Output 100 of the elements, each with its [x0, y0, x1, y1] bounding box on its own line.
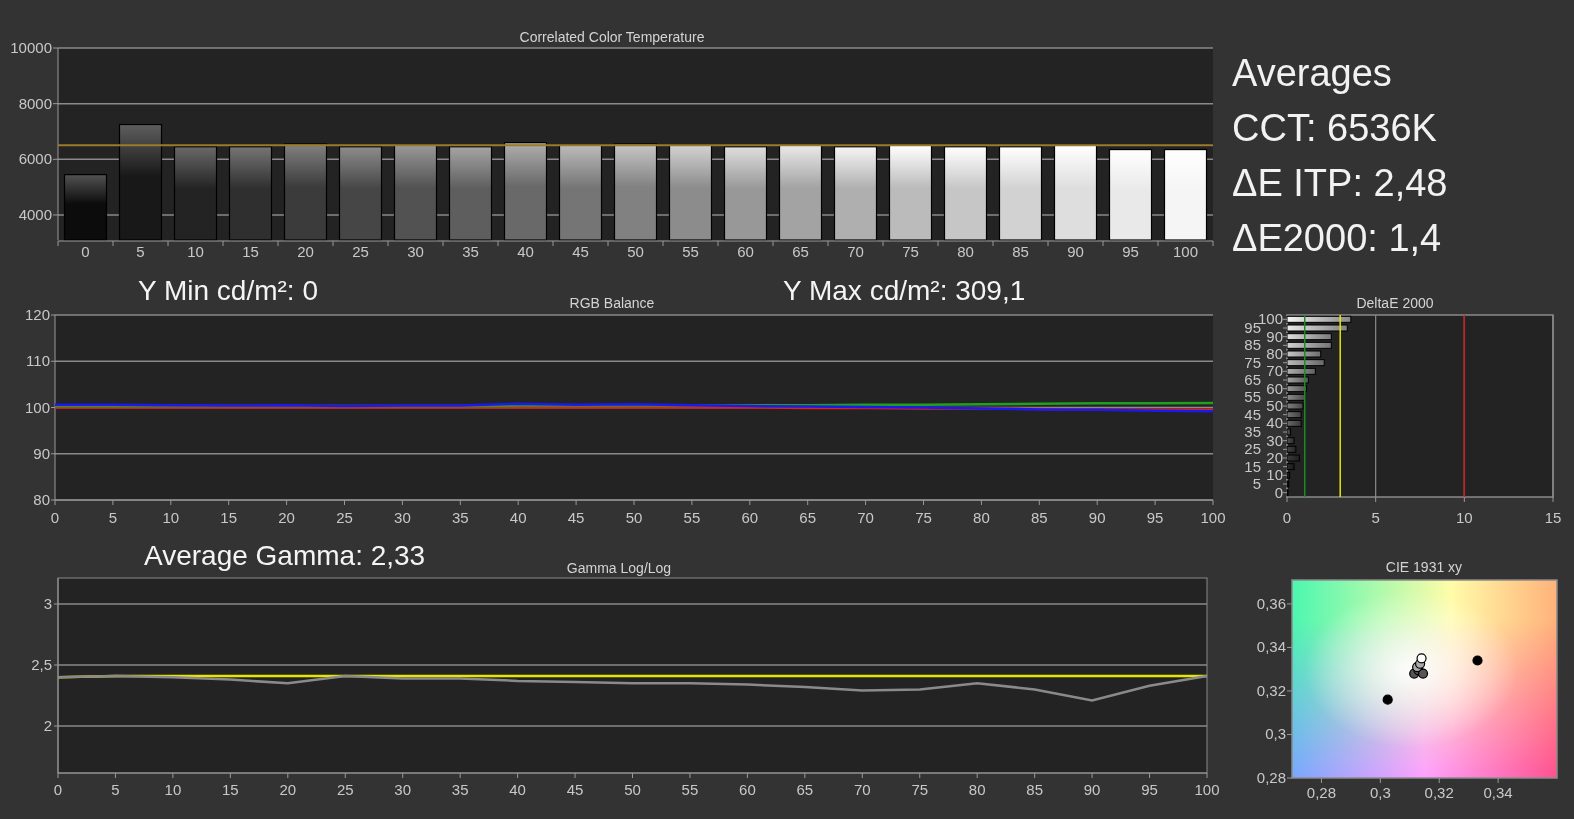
axis-tick-label: 100: [1173, 243, 1198, 260]
axis-tick-label: 10: [162, 509, 180, 526]
axis-tick-label: 35: [451, 509, 469, 526]
chart-title: Gamma Log/Log: [566, 560, 672, 576]
chart-title: CIE 1931 xy: [1385, 559, 1463, 575]
axis-tick-label: 80: [33, 491, 50, 508]
axis-tick-label: 0: [53, 781, 63, 798]
axis-tick-label: 5: [1371, 509, 1380, 526]
axis-tick-label: 0,34: [1483, 784, 1513, 801]
axis-tick-label: 75: [911, 781, 929, 798]
axis-tick-label: 10000: [10, 39, 52, 56]
axis-tick-label: 45: [1244, 405, 1261, 423]
axis-tick-label: 50: [624, 781, 641, 798]
axis-tick-label: 6000: [18, 150, 52, 168]
axis-tick-label: 50: [627, 243, 644, 260]
axis-tick-label: 65: [792, 243, 809, 260]
axis-tick-label: 0: [50, 509, 60, 526]
axis-tick-label: 20: [297, 243, 314, 260]
axis-tick-label: 100: [1200, 509, 1226, 526]
axis-tick-label: 30: [394, 509, 411, 526]
axis-tick-label: 0,36: [1256, 594, 1286, 612]
axis-tick-label: 45: [566, 781, 584, 798]
axis-tick-label: 55: [683, 509, 701, 526]
axis-tick-label: 20: [279, 781, 297, 798]
axis-tick-label: 15: [1544, 509, 1562, 526]
axis-tick-label: 10: [1266, 466, 1283, 484]
axis-tick-label: 90: [1088, 509, 1106, 526]
axis-tick-label: 60: [1266, 379, 1283, 397]
axis-tick-label: 75: [915, 509, 932, 526]
axis-tick-label: 55: [682, 243, 699, 260]
axis-tick-label: 100: [24, 398, 50, 416]
axis-tick-label: 95: [1146, 509, 1164, 526]
axis-tick-label: 25: [336, 509, 353, 526]
axis-tick-label: 100: [1194, 781, 1220, 798]
axis-tick-label: 25: [352, 243, 369, 260]
axis-tick-label: 85: [1026, 781, 1043, 798]
axis-tick-label: 65: [796, 781, 814, 798]
axis-tick-label: 75: [902, 243, 919, 260]
axis-tick-label: 45: [567, 509, 585, 526]
axis-tick-label: 85: [1244, 336, 1261, 354]
axis-tick-label: 70: [853, 781, 871, 798]
axis-tick-label: 4000: [18, 205, 52, 223]
axis-tick-label: 0: [1282, 509, 1292, 526]
axis-tick-label: 60: [737, 243, 754, 260]
axis-tick-label: 15: [222, 781, 239, 798]
axis-tick-label: 90: [1083, 781, 1101, 798]
axis-tick-label: 0,34: [1256, 638, 1286, 656]
axis-tick-label: 30: [407, 243, 424, 260]
axis-tick-label: 60: [739, 781, 756, 798]
axis-tick-label: 10: [164, 781, 182, 798]
axis-tick-label: 0: [1274, 483, 1283, 501]
axis-tick-label: 2,5: [31, 656, 52, 673]
chart-title: Correlated Color Temperature: [519, 29, 705, 45]
axis-tick-label: 0,28: [1256, 769, 1286, 786]
y-min-reading: Y Min cd/m²: 0: [138, 275, 318, 306]
axis-tick-label: 40: [509, 781, 526, 798]
axis-tick-label: 55: [681, 781, 699, 798]
axis-tick-label: 50: [625, 509, 643, 526]
axis-tick-label: 95: [1244, 319, 1261, 336]
axis-tick-label: 55: [1244, 388, 1261, 406]
axis-tick-label: 70: [1266, 362, 1283, 380]
axis-tick-label: 25: [1244, 440, 1261, 458]
axis-tick-label: 85: [1030, 509, 1048, 526]
average-reading: ΔE2000: 1,4: [1232, 216, 1442, 261]
axis-tick-label: 2: [43, 717, 52, 734]
axis-tick-label: 10: [1456, 509, 1473, 526]
y-max-reading: Y Max cd/m²: 309,1: [783, 275, 1026, 306]
axis-tick-label: 5: [108, 509, 118, 526]
axis-tick-label: 30: [1266, 431, 1283, 449]
axis-tick-label: 80: [973, 509, 990, 526]
chart-title: RGB Balance: [569, 295, 655, 311]
axis-tick-label: 95: [1122, 243, 1139, 260]
axis-tick-label: 90: [1067, 243, 1084, 260]
axis-tick-label: 15: [242, 243, 259, 260]
axis-tick-label: 90: [33, 444, 50, 462]
axis-tick-label: 15: [220, 509, 238, 526]
averages-heading: Averages: [1232, 51, 1392, 96]
axis-tick-label: 70: [847, 243, 864, 260]
axis-tick-label: 40: [509, 509, 527, 526]
axis-tick-label: 0,3: [1369, 784, 1391, 801]
axis-tick-label: 120: [24, 306, 50, 323]
axis-tick-label: 35: [462, 243, 479, 260]
axis-tick-label: 90: [1266, 327, 1283, 345]
axis-tick-label: 5: [1252, 475, 1261, 492]
axis-tick-label: 20: [1266, 449, 1283, 466]
axis-tick-label: 80: [968, 781, 986, 798]
axis-tick-label: 0: [81, 243, 90, 260]
axis-tick-label: 35: [451, 781, 469, 798]
axis-tick-label: 0,3: [1265, 725, 1286, 743]
axis-tick-label: 85: [1012, 243, 1029, 260]
axis-tick-label: 8000: [18, 94, 52, 112]
axis-tick-label: 0,32: [1256, 681, 1286, 699]
chart-title: DeltaE 2000: [1356, 295, 1434, 311]
axis-tick-label: 110: [26, 352, 50, 370]
average-reading: ΔE ITP: 2,48: [1232, 161, 1448, 206]
axis-tick-label: 45: [572, 243, 589, 260]
average-gamma-reading: Average Gamma: 2,33: [144, 540, 426, 571]
axis-tick-label: 5: [136, 243, 145, 260]
axis-tick-label: 95: [1141, 781, 1158, 798]
axis-tick-label: 50: [1266, 397, 1283, 414]
